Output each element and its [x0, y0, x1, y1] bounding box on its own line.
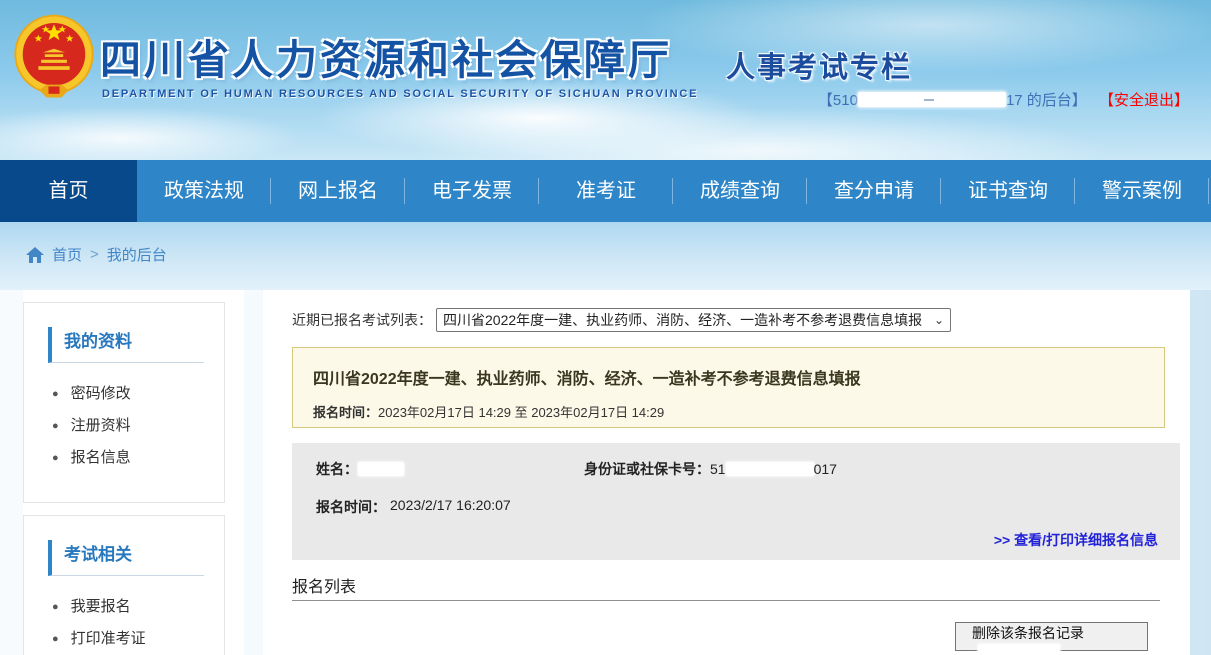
main-nav: 首页 政策法规 网上报名 电子发票 准考证 成绩查询 查分申请 证书查询 警示案… — [0, 160, 1211, 222]
exam-time-value: 2023年02月17日 14:29 至 2023年02月17日 14:29 — [378, 405, 664, 420]
breadcrumb: 首页 > 我的后台 — [26, 244, 167, 265]
sidebar-section-my-profile: 我的资料 ● 密码修改 ● 注册资料 ● 报名信息 — [23, 302, 225, 503]
id-prefix: 51 — [710, 461, 726, 477]
account-id-redaction — [858, 92, 1006, 107]
list-divider — [292, 600, 1160, 601]
sidebar: 我的资料 ● 密码修改 ● 注册资料 ● 报名信息 考试相关 ● 我要报名 ● 打印准考证 — [23, 290, 244, 655]
exam-select-dropdown[interactable]: 四川省2022年度一建、执业药师、消防、经济、一造补考不参考退费信息填报 ⌄ — [436, 308, 951, 332]
registration-list-heading: 报名列表 — [292, 573, 356, 597]
nav-item-certificate-query[interactable]: 证书查询 — [941, 160, 1075, 222]
chevron-down-icon: ⌄ — [934, 313, 944, 327]
logout-link[interactable]: 【安全退出】 — [1099, 92, 1189, 109]
site-header: 四川省人力资源和社会保障厅 DEPARTMENT OF HUMAN RESOUR… — [0, 0, 1211, 160]
breadcrumb-separator: > — [90, 246, 99, 263]
account-id-suffix: 17 的后台】 — [1006, 92, 1087, 109]
exam-notice-title: 四川省2022年度一建、执业药师、消防、经济、一造补考不参考退费信息填报 — [313, 365, 1144, 389]
exam-notice-time: 报名时间：2023年02月17日 14:29 至 2023年02月17日 14:… — [313, 402, 1144, 421]
sidebar-item-change-password[interactable]: ● 密码修改 — [24, 369, 224, 401]
home-icon — [26, 247, 44, 263]
bullet-icon: ● — [52, 601, 59, 613]
bullet-icon: ● — [52, 452, 59, 464]
breadcrumb-band: 首页 > 我的后台 — [0, 222, 1211, 290]
exam-select-value: 四川省2022年度一建、执业药师、消防、经济、一造补考不参考退费信息填报 — [443, 310, 930, 330]
nav-item-score-query[interactable]: 成绩查询 — [673, 160, 807, 222]
name-redaction — [358, 462, 404, 476]
id-suffix: 017 — [814, 461, 837, 477]
page: 四川省人力资源和社会保障厅 DEPARTMENT OF HUMAN RESOUR… — [0, 0, 1211, 655]
sidebar-section-title: 我的资料 — [48, 327, 204, 363]
exam-notice-box: 四川省2022年度一建、执业药师、消防、经济、一造补考不参考退费信息填报 报名时… — [292, 347, 1165, 428]
main-panel: 近期已报名考试列表： 四川省2022年度一建、执业药师、消防、经济、一造补考不参… — [263, 290, 1190, 655]
sidebar-item-print-admission-ticket[interactable]: ● 打印准考证 — [24, 614, 224, 646]
breadcrumb-home-link[interactable]: 首页 — [52, 244, 82, 265]
registration-row-identity: 姓名： 身份证或社保卡号：51 017 — [316, 459, 1156, 479]
id-label: 身份证或社保卡号： — [584, 461, 710, 477]
exam-time-label: 报名时间： — [313, 405, 378, 420]
nav-item-policies[interactable]: 政策法规 — [137, 160, 271, 222]
sidebar-item-label: 我要报名 — [71, 598, 131, 615]
registration-time-value: 2023/2/17 16:20:07 — [390, 497, 511, 517]
nav-item-online-registration[interactable]: 网上报名 — [271, 160, 405, 222]
name-label: 姓名： — [316, 461, 358, 477]
view-print-detail-link[interactable]: >> 查看/打印详细报名信息 — [994, 530, 1158, 550]
delete-button-label: 删除该条报名记录 — [972, 625, 1084, 641]
registration-summary-panel: 姓名： 身份证或社保卡号：51 017 报名时间： 2023/2/17 16:20… — [292, 443, 1180, 560]
registration-time-label: 报名时间： — [316, 497, 386, 517]
id-redaction — [726, 462, 814, 476]
bullet-icon: ● — [52, 420, 59, 432]
sidebar-item-label: 打印准考证 — [71, 630, 146, 647]
bullet-icon: ● — [52, 633, 59, 645]
account-bar: 【510 17 的后台】 【安全退出】 — [818, 89, 1189, 110]
sidebar-section-exam-related: 考试相关 ● 我要报名 ● 打印准考证 — [23, 515, 225, 655]
exam-select-row: 近期已报名考试列表： 四川省2022年度一建、执业药师、消防、经济、一造补考不参… — [292, 308, 951, 332]
sidebar-item-apply-exam[interactable]: ● 我要报名 — [24, 582, 224, 614]
nav-item-warning-cases[interactable]: 警示案例 — [1075, 160, 1209, 222]
exam-select-label: 近期已报名考试列表： — [292, 310, 432, 330]
national-emblem-icon — [8, 8, 100, 106]
bullet-icon: ● — [52, 388, 59, 400]
id-field: 身份证或社保卡号：51 017 — [584, 459, 837, 479]
site-subtitle: DEPARTMENT OF HUMAN RESOURCES AND SOCIAL… — [102, 88, 698, 100]
content-area: 我的资料 ● 密码修改 ● 注册资料 ● 报名信息 考试相关 ● 我要报名 ● 打印准考证… — [0, 290, 1211, 655]
nav-item-score-review[interactable]: 查分申请 — [807, 160, 941, 222]
nav-item-admission-ticket[interactable]: 准考证 — [539, 160, 673, 222]
account-id-prefix: 【510 — [818, 92, 858, 109]
sidebar-item-label: 报名信息 — [71, 449, 131, 466]
button-redaction — [978, 644, 1060, 655]
breadcrumb-current: 我的后台 — [107, 244, 167, 265]
sidebar-item-label: 注册资料 — [71, 417, 131, 434]
sidebar-item-label: 密码修改 — [71, 385, 131, 402]
delete-registration-button[interactable]: 删除该条报名记录 — [955, 622, 1148, 651]
sidebar-item-registration-data[interactable]: ● 注册资料 — [24, 401, 224, 433]
site-title: 四川省人力资源和社会保障厅 — [100, 26, 672, 86]
section-title: 人事考试专栏 — [726, 44, 912, 86]
sidebar-item-application-info[interactable]: ● 报名信息 — [24, 433, 224, 465]
nav-item-home[interactable]: 首页 — [0, 160, 137, 222]
registration-row-time: 报名时间： 2023/2/17 16:20:07 — [316, 497, 1156, 517]
nav-item-e-invoice[interactable]: 电子发票 — [405, 160, 539, 222]
sidebar-section-title: 考试相关 — [48, 540, 204, 576]
name-field: 姓名： — [316, 459, 584, 479]
